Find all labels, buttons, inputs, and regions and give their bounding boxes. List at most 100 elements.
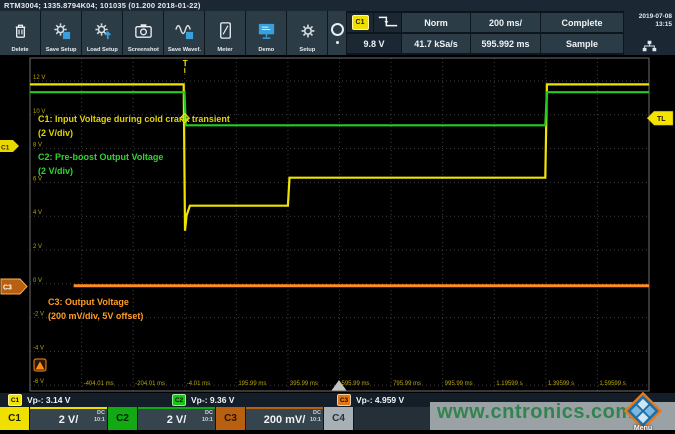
- demo-icon: [256, 20, 277, 47]
- acq-mode-cell[interactable]: Sample: [541, 34, 623, 53]
- trigger-slope-cell[interactable]: [374, 13, 401, 32]
- x-axis-tick-label: 1.59599 s: [599, 381, 625, 387]
- toolbar-button-label: Load Setup: [86, 47, 117, 53]
- trigger-level-tag-label: TL: [657, 116, 666, 123]
- measurement-value: Vp-: 3.14 V: [27, 395, 70, 405]
- x-axis-tick-label: -204.01 ms: [135, 381, 165, 387]
- datetime-display: 2019-07-08 13:15: [624, 11, 675, 55]
- toolbar-button-save-wavef[interactable]: Save Wavef.: [164, 11, 204, 55]
- menu-button[interactable]: Menu: [621, 391, 665, 433]
- trigger-source-cell[interactable]: C1: [347, 13, 373, 32]
- x-axis-tick-label: 195.99 ms: [238, 381, 266, 387]
- y-axis-tick-label: 8 V: [33, 143, 42, 149]
- x-axis-tick-label: 995.99 ms: [445, 381, 473, 387]
- toolbar-button-delete[interactable]: Delete: [0, 11, 40, 55]
- channel-settings-c2[interactable]: 2 V/DC10:1: [138, 407, 215, 430]
- sample-rate-cell[interactable]: 41.7 kSa/s: [402, 34, 470, 53]
- channel-coupling-probe: DC10:1: [202, 410, 213, 423]
- toolbar-button-meter[interactable]: Meter: [205, 11, 245, 55]
- horizontal-position-cell[interactable]: 595.992 ms: [471, 34, 540, 53]
- trigger-mode-cell[interactable]: Norm: [402, 13, 470, 32]
- toolbar-button-setup[interactable]: Setup: [287, 11, 327, 55]
- c3-channel-marker-label: C3: [3, 285, 12, 292]
- acq-state-cell[interactable]: Complete: [541, 13, 623, 32]
- channel-coupling-probe: DC10:1: [94, 410, 105, 423]
- plot-annotation: (2 V/div): [38, 166, 73, 176]
- plot-annotation: (200 mV/div, 5V offset): [48, 311, 143, 321]
- channel-tab-c3[interactable]: C3: [216, 407, 245, 430]
- y-axis-tick-label: 4 V: [33, 210, 42, 216]
- measurement-channel-badge: C1: [8, 394, 22, 406]
- channel-tab-c1[interactable]: C1: [0, 407, 29, 430]
- watermark: www.cntronics.com: [437, 401, 634, 424]
- channel-tab-c2[interactable]: C2: [108, 407, 137, 430]
- y-axis-tick-label: 0 V: [33, 278, 42, 284]
- channel-scale: 2 V/: [167, 414, 187, 426]
- trash-icon: [10, 20, 31, 47]
- measurement-value: Vp-: 9.36 V: [191, 395, 234, 405]
- channel-settings-c1[interactable]: 2 V/DC10:1: [30, 407, 107, 430]
- y-axis-tick-label: 12 V: [33, 75, 45, 81]
- time-text: 13:15: [624, 21, 672, 29]
- channel-settings-c4[interactable]: [354, 407, 431, 430]
- toolbar-button-screenshot[interactable]: Screenshot: [123, 11, 163, 55]
- save-setup-icon: [51, 20, 72, 47]
- timebase-cell[interactable]: 200 ms/: [471, 13, 540, 32]
- plot-annotation: C2: Pre-boost Output Voltage: [38, 152, 163, 162]
- channel-tab-c4[interactable]: C4: [324, 407, 353, 430]
- measurement-c1[interactable]: C1 Vp-: 3.14 V: [8, 394, 70, 406]
- toolbar-button-label: Screenshot: [127, 47, 158, 53]
- toolbar-button-load-setup[interactable]: Load Setup: [82, 11, 122, 55]
- x-axis-tick-label: 1.19599 s: [496, 381, 522, 387]
- screenshot-icon: [133, 20, 154, 47]
- plot-annotation: (2 V/div): [38, 128, 73, 138]
- save-waveform-icon: [174, 20, 195, 47]
- setup-icon: [297, 20, 318, 47]
- channel-coupling-probe: DC10:1: [310, 410, 321, 423]
- channel-settings-c3[interactable]: 200 mV/DC10:1: [246, 407, 323, 430]
- knob-dot-icon: [336, 41, 339, 44]
- toolbar-button-label: Save Wavef.: [167, 47, 200, 53]
- y-axis-tick-label: -4 V: [33, 345, 44, 351]
- waveform-display: -404.01 ms-204.01 ms-4.01 ms195.99 ms395…: [0, 55, 675, 393]
- plot-annotation: C3: Output Voltage: [48, 297, 129, 307]
- trigger-source-badge: C1: [352, 15, 369, 30]
- toolbar-button-label: Meter: [217, 47, 232, 53]
- meter-icon: [215, 20, 236, 47]
- y-axis-tick-label: -6 V: [33, 379, 44, 385]
- trigger-time-marker[interactable]: T: [183, 59, 188, 68]
- x-axis-tick-label: -404.01 ms: [84, 381, 114, 387]
- toolbar-button-label: Setup: [299, 47, 315, 53]
- falling-edge-icon: [376, 14, 400, 31]
- measurement-c3[interactable]: C3 Vp-: 4.959 V: [337, 394, 404, 406]
- menu-button-label: Menu: [621, 425, 665, 432]
- waveform-grid: -404.01 ms-204.01 ms-4.01 ms195.99 ms395…: [0, 55, 675, 393]
- date-text: 2019-07-08: [624, 13, 672, 21]
- measurement-value: Vp-: 4.959 V: [356, 395, 404, 405]
- x-axis-tick-label: 1.39599 s: [548, 381, 574, 387]
- window-title: RTM3004; 1335.8794K04; 101035 (01.200 20…: [0, 0, 675, 11]
- toolbar: Delete Save Setup Load Setup Screenshot Save…: [0, 11, 675, 55]
- x-axis-tick-label: 795.99 ms: [393, 381, 421, 387]
- channel-scale: 200 mV/: [264, 414, 306, 426]
- oscilloscope-screen: RTM3004; 1335.8794K04; 101035 (01.200 20…: [0, 0, 675, 434]
- y-axis-tick-label: -2 V: [33, 312, 44, 318]
- measurement-channel-badge: C2: [172, 394, 186, 406]
- toolbar-button-save-setup[interactable]: Save Setup: [41, 11, 81, 55]
- toolbar-button-label: Delete: [11, 47, 28, 53]
- knob-ring-icon: [331, 23, 344, 36]
- measurement-c2[interactable]: C2 Vp-: 9.36 V: [172, 394, 234, 406]
- trigger-level-cell[interactable]: 9.8 V: [347, 34, 401, 53]
- x-axis-tick-label: -4.01 ms: [187, 381, 210, 387]
- toolbar-button-demo[interactable]: Demo: [246, 11, 286, 55]
- load-setup-icon: [92, 20, 113, 47]
- plot-annotation: C1: Input Voltage during cold crank tran…: [38, 114, 230, 124]
- nav-knob[interactable]: [328, 11, 346, 55]
- y-axis-tick-label: 6 V: [33, 176, 42, 182]
- y-axis-tick-label: 2 V: [33, 244, 42, 250]
- x-axis-tick-label: 595.99 ms: [342, 381, 370, 387]
- measurement-channel-badge: C3: [337, 394, 351, 406]
- channel-scale: 2 V/: [59, 414, 79, 426]
- lan-network-icon: [642, 40, 657, 52]
- plot-border: [30, 58, 649, 391]
